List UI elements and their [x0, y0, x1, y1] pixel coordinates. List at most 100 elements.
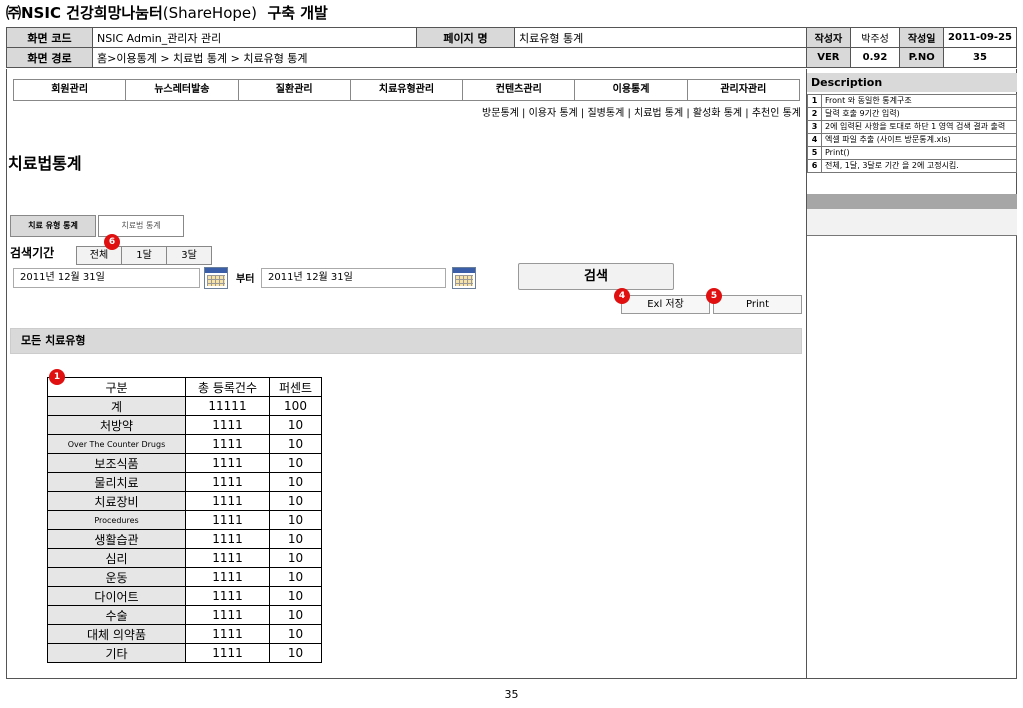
row-count: 1111	[185, 453, 270, 473]
ver-value: 0.92	[849, 47, 901, 68]
table-row: 운동 1111 10	[47, 567, 322, 587]
row-category: 보조식품	[47, 453, 186, 473]
row-percent: 100	[269, 396, 322, 416]
row-category: 심리	[47, 548, 186, 568]
annotation-badge-1: 1	[49, 369, 65, 385]
description-divider	[807, 194, 1017, 209]
row-count: 1111	[185, 548, 270, 568]
pno-label: P.NO	[899, 47, 945, 68]
description-text: Print()	[821, 146, 1017, 160]
menu-item-treatment-types[interactable]: 치료유형관리	[351, 80, 464, 100]
calendar-icon[interactable]	[204, 267, 228, 289]
row-category: 처방약	[47, 415, 186, 435]
table-row: 생활습관 1111 10	[47, 529, 322, 549]
table-row: Over The Counter Drugs 1111 10	[47, 434, 322, 454]
ver-label: VER	[806, 47, 851, 68]
row-percent: 10	[269, 529, 322, 549]
row-category: 생활습관	[47, 529, 186, 549]
annotation-badge-4: 4	[614, 288, 630, 304]
table-row: 심리 1111 10	[47, 548, 322, 568]
table-row: 대체 의약품 1111 10	[47, 624, 322, 644]
treatment-stats-table: 구분 총 등록건수 퍼센트 계 11111 100 처방약 1111 10 Over T…	[47, 377, 322, 663]
period-3-months-button[interactable]: 3달	[166, 246, 212, 265]
table-row: 계 11111 100	[47, 396, 322, 416]
list-item: 1 Front 와 동일한 통계구조	[807, 94, 1017, 108]
description-number: 5	[807, 146, 822, 160]
row-count: 1111	[185, 624, 270, 644]
row-percent: 10	[269, 605, 322, 625]
end-date-field[interactable]: 2011년 12월 31일	[261, 268, 446, 288]
annotation-badge-6: 6	[104, 234, 120, 250]
row-percent: 10	[269, 510, 322, 530]
description-text: Front 와 동일한 통계구조	[821, 94, 1017, 108]
document-title-main: ㈜NSIC 건강희망나눔터	[6, 4, 163, 22]
description-number: 4	[807, 133, 822, 147]
menu-item-admin[interactable]: 관리자관리	[688, 80, 799, 100]
row-count: 1111	[185, 567, 270, 587]
row-category: 수술	[47, 605, 186, 625]
start-date-field[interactable]: 2011년 12월 31일	[13, 268, 200, 288]
annotation-badge-5: 5	[706, 288, 722, 304]
tab-treatment-type-stats[interactable]: 치료 유형 통계	[10, 215, 96, 237]
row-count: 1111	[185, 472, 270, 492]
row-category: 운동	[47, 567, 186, 587]
date-label: 작성일	[899, 27, 945, 48]
sub-menu[interactable]: 방문통계 | 이용자 통계 | 질병통계 | 치료법 통계 | 활성화 통계 |…	[482, 104, 801, 119]
excel-export-button[interactable]: Exl 저장	[621, 295, 710, 314]
meta-table: 작성자 박주성 작성일 2011-09-25 VER 0.92 P.NO 35	[806, 27, 1017, 68]
description-title: Description	[807, 73, 1017, 92]
row-percent: 10	[269, 586, 322, 606]
description-number: 3	[807, 120, 822, 134]
description-table: 1 Front 와 동일한 통계구조 2 달력 호출 9기간 입력) 3 2에 입력된…	[807, 94, 1017, 173]
menu-item-usage-stats[interactable]: 이용통계	[575, 80, 688, 100]
print-button[interactable]: Print	[713, 295, 802, 314]
search-button[interactable]: 검색	[518, 263, 674, 290]
row-category: 물리치료	[47, 472, 186, 492]
document-title: ㈜NSIC 건강희망나눔터(ShareHope) 구축 개발	[6, 2, 328, 23]
header-table: 화면 코드 NSIC Admin_관리자 관리 페이지 명 치료유형 통계 화면…	[6, 27, 807, 68]
page-number: 35	[504, 688, 519, 701]
row-category: 치료장비	[47, 491, 186, 511]
menu-item-contents[interactable]: 컨텐츠관리	[463, 80, 576, 100]
row-count: 1111	[185, 586, 270, 606]
row-category: 기타	[47, 643, 186, 663]
row-percent: 10	[269, 453, 322, 473]
row-percent: 10	[269, 624, 322, 644]
page-name-value: 치료유형 통계	[514, 27, 807, 48]
period-1-month-button[interactable]: 1달	[121, 246, 167, 265]
pno-value: 35	[943, 47, 1017, 68]
table-row: 보조식품 1111 10	[47, 453, 322, 473]
list-item: 2 달력 호출 9기간 입력)	[807, 107, 1017, 121]
menu-item-members[interactable]: 회원관리	[14, 80, 127, 100]
row-count: 1111	[185, 643, 270, 663]
description-number: 6	[807, 159, 822, 173]
screen-code-label: 화면 코드	[6, 27, 93, 48]
date-value: 2011-09-25	[943, 27, 1017, 48]
list-item: 3 2에 입력된 사항을 토대로 하단 1 영역 검색 결과 출력	[807, 120, 1017, 134]
menu-item-newsletter[interactable]: 뉴스레터발송	[126, 80, 239, 100]
table-row: 처방약 1111 10	[47, 415, 322, 435]
row-count: 1111	[185, 491, 270, 511]
from-label: 부터	[236, 274, 255, 285]
row-category: Over The Counter Drugs	[47, 434, 186, 454]
list-item: 6 전체, 1달, 3달로 기간 을 2에 고정시킴.	[807, 159, 1017, 173]
table-row: Procedures 1111 10	[47, 510, 322, 530]
row-percent: 10	[269, 491, 322, 511]
description-text: 엑셀 파일 추출 (사이트 방문통계.xls)	[821, 133, 1017, 147]
top-menu: 회원관리 뉴스레터발송 질환관리 치료유형관리 컨텐츠관리 이용통계 관리자관리	[13, 79, 800, 101]
calendar-icon[interactable]	[452, 267, 476, 289]
row-percent: 10	[269, 472, 322, 492]
column-header-percent: 퍼센트	[269, 377, 322, 397]
row-category: 계	[47, 396, 186, 416]
menu-item-diseases[interactable]: 질환관리	[239, 80, 351, 100]
description-text: 달력 호출 9기간 입력)	[821, 107, 1017, 121]
screen-path-value: 홈>이용통계 > 치료법 통계 > 치료유형 통계	[92, 47, 807, 68]
description-blank-row	[807, 209, 1017, 236]
row-category: Procedures	[47, 510, 186, 530]
row-count: 11111	[185, 396, 270, 416]
row-count: 1111	[185, 415, 270, 435]
table-row: 수술 1111 10	[47, 605, 322, 625]
author-label: 작성자	[806, 27, 851, 48]
row-percent: 10	[269, 548, 322, 568]
description-text: 전체, 1달, 3달로 기간 을 2에 고정시킴.	[821, 159, 1017, 173]
